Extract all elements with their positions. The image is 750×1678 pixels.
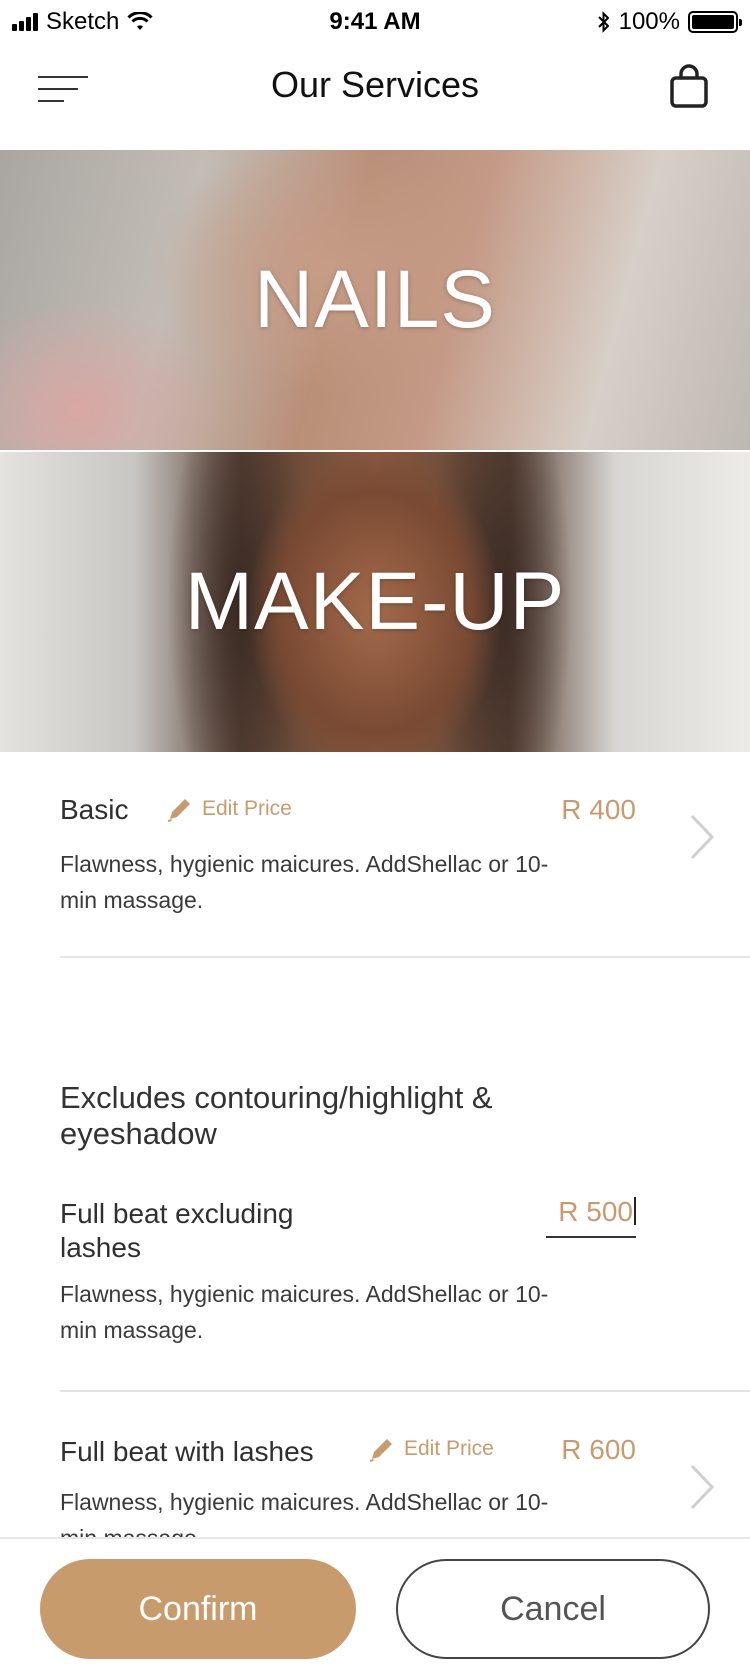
pencil-icon xyxy=(167,799,190,822)
makeup-category-banner[interactable]: MAKE-UP xyxy=(0,452,750,752)
chevron-right-icon[interactable] xyxy=(686,1462,716,1512)
service-description: Flawness, hygienic maicures. AddShellac … xyxy=(60,851,549,913)
battery-icon xyxy=(688,11,742,33)
service-description: Flawness, hygienic maicures. AddShellac … xyxy=(60,1489,549,1537)
service-name: Basic xyxy=(60,794,129,825)
edit-price-label: Edit Price xyxy=(202,797,292,820)
bluetooth-icon xyxy=(597,11,610,33)
edit-price-button[interactable]: Edit Price xyxy=(368,1435,494,1463)
nav-bar: Our Services xyxy=(0,44,750,150)
price-input-value: R 500 xyxy=(558,1196,633,1227)
chevron-right-icon[interactable] xyxy=(686,812,716,862)
service-name: Full beat excluding lashes xyxy=(60,1198,294,1263)
service-row-full-beat-excluding-lashes[interactable]: Full beat excluding lashes R 500 Flawnes… xyxy=(0,1190,750,1390)
status-right: 100% xyxy=(597,8,742,36)
service-row-full-beat-with-lashes[interactable]: Full beat with lashes Edit Price R 600 F… xyxy=(0,1392,750,1537)
status-bar: Sketch 9:41 AM 100% xyxy=(0,0,750,44)
service-description: Flawness, hygienic maicures. AddShellac … xyxy=(60,1281,549,1343)
text-caret xyxy=(634,1197,636,1225)
edit-price-button[interactable]: Edit Price xyxy=(166,795,292,823)
cancel-button[interactable]: Cancel xyxy=(396,1559,710,1659)
page-title: Our Services xyxy=(270,64,480,105)
makeup-banner-label: MAKE-UP xyxy=(184,556,566,647)
shopping-bag-icon[interactable] xyxy=(666,64,712,110)
service-price: R 400 xyxy=(561,794,636,825)
edit-price-label: Edit Price xyxy=(404,1437,494,1460)
pencil-icon xyxy=(369,1439,392,1462)
nails-category-banner[interactable]: NAILS xyxy=(0,150,750,450)
price-input-field[interactable]: R 500 xyxy=(546,1196,636,1238)
service-price: R 600 xyxy=(561,1434,636,1465)
action-footer: Confirm Cancel xyxy=(0,1537,750,1678)
service-name: Full beat with lashes xyxy=(60,1436,314,1467)
confirm-button[interactable]: Confirm xyxy=(40,1559,356,1659)
section-heading: Excludes contouring/highlight & eyeshado… xyxy=(60,1080,493,1151)
service-row-basic[interactable]: Basic Edit Price R 400 Flawness, hygieni… xyxy=(0,752,750,958)
divider xyxy=(60,956,750,958)
battery-percent: 100% xyxy=(618,8,680,35)
nails-banner-label: NAILS xyxy=(254,254,496,345)
